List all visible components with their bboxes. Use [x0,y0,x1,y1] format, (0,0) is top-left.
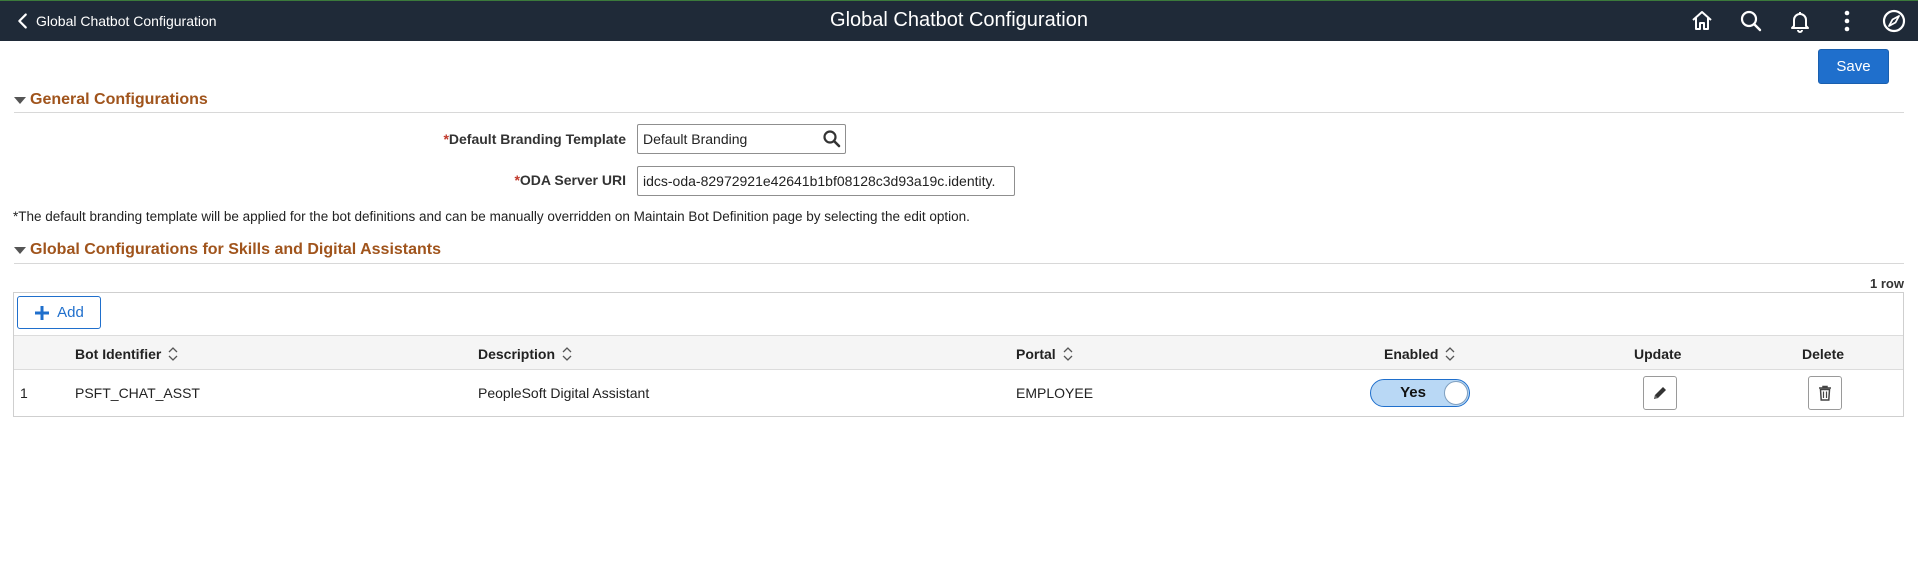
table-row: 1 PSFT_CHAT_ASST PeopleSoft Digital Assi… [14,370,1903,416]
default-branding-template-input[interactable]: Default Branding [637,124,846,154]
notification-bell-icon[interactable] [1786,7,1814,35]
column-header-label: Delete [1802,345,1845,362]
collapse-triangle-icon [14,96,26,104]
column-header-enabled[interactable]: Enabled [1384,336,1456,371]
column-header-label: Portal [1016,345,1056,362]
section-title: General Configurations [30,91,208,108]
section-title: Global Configurations for Skills and Dig… [30,241,442,258]
bot-identifier-cell: PSFT_CHAT_ASST [75,385,200,401]
sort-icon [1446,346,1455,361]
chevron-left-icon [18,12,27,29]
collapse-triangle-icon [14,246,26,254]
column-header-label: Enabled [1384,345,1439,362]
column-header-label: Description [478,345,556,362]
description-cell: PeopleSoft Digital Assistant [478,385,650,401]
plus-icon [35,305,50,320]
oda-server-uri-label-text: ODA Server URI [519,172,626,188]
column-header-bot-identifier[interactable]: Bot Identifier [75,336,179,371]
column-header-label: Update [1634,345,1682,362]
branding-template-note: *The default branding template will be a… [13,209,970,224]
row-count: 1 row [1870,276,1904,291]
trash-icon [1819,385,1831,401]
default-branding-template-label: *Default Branding Template [326,131,626,147]
column-header-label: Bot Identifier [75,345,162,362]
section-divider [14,263,1904,264]
default-branding-template-label-text: Default Branding Template [448,131,626,147]
add-row-button[interactable]: Add [17,296,101,329]
back-button[interactable]: Global Chatbot Configuration [12,0,217,41]
enabled-toggle[interactable]: Yes [1370,379,1470,407]
general-configurations-section-toggle[interactable]: General Configurations [14,89,208,111]
sort-icon [562,346,572,361]
portal-cell: EMPLOYEE [1016,385,1094,401]
enabled-toggle-label: Yes [1400,384,1426,401]
oda-server-uri-input[interactable]: idcs-oda-82972921e42641b1bf08128c3d93a19… [637,166,1015,196]
column-header-delete: Delete [1802,336,1844,371]
section-divider [14,112,1904,113]
skills-grid: Add Bot Identifier Description Portal En… [13,292,1904,417]
sort-icon [168,346,178,361]
update-button[interactable] [1643,376,1677,410]
navbar-compass-icon[interactable] [1880,7,1908,35]
header-accent-line [0,0,1918,1]
pencil-icon [1654,387,1666,399]
row-number: 1 [20,385,28,401]
grid-toolbar: Add [14,293,1903,335]
top-navigation-bar: Global Chatbot Configuration Global Chat… [0,0,1918,41]
delete-button[interactable] [1808,376,1842,410]
add-row-label: Add [57,304,84,321]
grid-header-row: Bot Identifier Description Portal Enable… [14,335,1903,370]
column-header-update: Update [1634,336,1681,371]
default-branding-template-value: Default Branding [643,131,748,147]
actions-menu-icon[interactable] [1833,7,1861,35]
lookup-search-icon[interactable] [821,128,843,150]
skills-configurations-section-toggle[interactable]: Global Configurations for Skills and Dig… [14,239,441,261]
column-header-description[interactable]: Description [478,336,573,371]
toggle-knob [1444,381,1468,405]
oda-server-uri-label: *ODA Server URI [326,172,626,188]
sort-icon [1063,346,1073,361]
page-title: Global Chatbot Configuration [830,9,1088,31]
back-button-label: Global Chatbot Configuration [36,12,217,29]
column-header-portal[interactable]: Portal [1016,336,1074,371]
home-icon[interactable] [1688,7,1716,35]
search-icon[interactable] [1737,7,1765,35]
oda-server-uri-value: idcs-oda-82972921e42641b1bf08128c3d93a19… [643,173,996,189]
save-button[interactable]: Save [1818,49,1889,84]
